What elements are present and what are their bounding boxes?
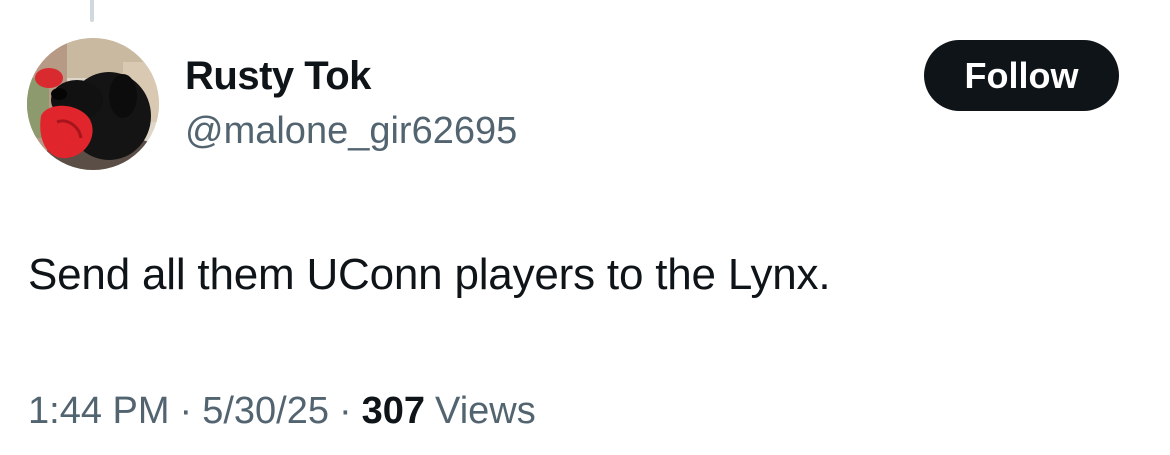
dog-avatar-icon (27, 38, 159, 170)
views-label: Views (435, 390, 536, 432)
thread-connector-line (90, 0, 94, 22)
meta-separator: · (179, 390, 193, 432)
tweet-time[interactable]: 1:44 PM (28, 390, 170, 433)
tweet-meta: 1:44 PM · 5/30/25 · 307 Views (28, 390, 536, 433)
tweet-text: Send all them UConn players to the Lynx. (28, 250, 831, 299)
author-handle[interactable]: @malone_gir62695 (185, 110, 517, 153)
meta-separator: · (338, 390, 352, 432)
author-display-name[interactable]: Rusty Tok (185, 54, 371, 99)
tweet-date[interactable]: 5/30/25 (202, 390, 329, 433)
avatar[interactable] (27, 38, 159, 170)
views-count[interactable]: 307 (362, 390, 425, 433)
follow-button[interactable]: Follow (924, 40, 1119, 111)
